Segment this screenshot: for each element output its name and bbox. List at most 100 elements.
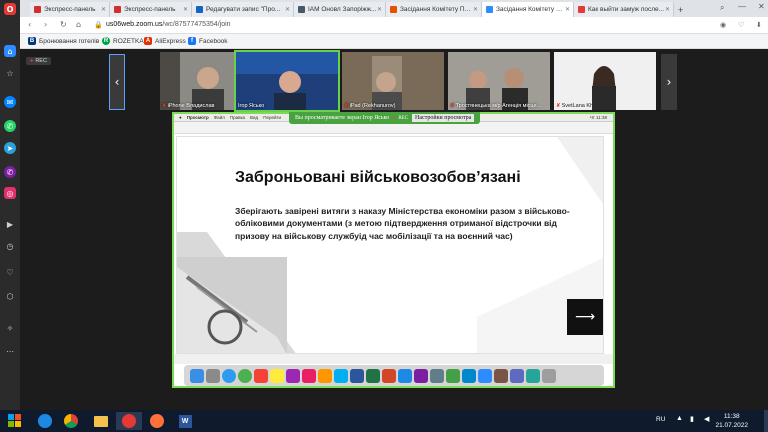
tab-0[interactable]: Экспресс-панель ✕ bbox=[30, 2, 110, 17]
reload-icon[interactable]: ↻ bbox=[60, 20, 67, 29]
start-button[interactable] bbox=[2, 412, 28, 430]
firefox-taskbar-icon[interactable] bbox=[144, 412, 170, 430]
view-options-button[interactable]: Настройки просмотра bbox=[412, 114, 475, 122]
tab-favicon-icon bbox=[196, 6, 203, 13]
ie-taskbar-icon[interactable] bbox=[32, 412, 58, 430]
heart-icon[interactable]: ♡ bbox=[4, 266, 16, 278]
bookmark-facebook[interactable]: f Facebook bbox=[188, 37, 228, 45]
close-icon[interactable]: ✕ bbox=[183, 6, 188, 13]
participant-name: ✘iPad (Rekhanurov) bbox=[344, 103, 396, 109]
trash-icon bbox=[542, 368, 556, 383]
muted-mic-icon: ✘ bbox=[162, 103, 167, 109]
appstore-icon bbox=[398, 368, 412, 383]
notes-icon bbox=[270, 368, 284, 383]
participant-tile[interactable]: ✘Тростянецька м/р Агенція місце... bbox=[448, 52, 550, 110]
heart-icon[interactable]: ♡ bbox=[738, 21, 744, 29]
launchpad-icon bbox=[206, 368, 220, 383]
cube-icon[interactable]: ⬡ bbox=[4, 290, 16, 302]
bookmark-label: ROZETKA bbox=[113, 37, 144, 45]
whatsapp-icon[interactable]: ✆ bbox=[4, 120, 16, 132]
explorer-taskbar-icon[interactable] bbox=[88, 412, 114, 430]
prev-participants-button[interactable]: ‹ bbox=[109, 54, 125, 110]
viber-icon[interactable]: ✆ bbox=[4, 166, 16, 178]
app-icon bbox=[494, 368, 508, 383]
language-indicator[interactable]: RU bbox=[656, 416, 665, 423]
skype-icon bbox=[334, 368, 348, 383]
windows-taskbar: W RU ▲ ▮ ◀ 11:38 21.07.2022 bbox=[0, 410, 768, 432]
new-tab-button[interactable]: + bbox=[675, 2, 689, 17]
tab-3[interactable]: ІАМ Оновл Запоріжж... ✕ bbox=[294, 2, 386, 17]
tab-2[interactable]: Редагувати запис "Про... ✕ bbox=[192, 2, 294, 17]
participant-name: ✘SvetLana Kh bbox=[556, 103, 594, 109]
back-icon[interactable]: ‹ bbox=[28, 20, 31, 29]
close-icon[interactable]: ✕ bbox=[285, 6, 290, 13]
bookmark-booking[interactable]: B Бронювання готелів bbox=[28, 37, 99, 45]
bookmark-label: Facebook bbox=[199, 37, 228, 45]
powerpoint-icon bbox=[382, 368, 396, 383]
next-participants-button[interactable]: › bbox=[661, 54, 677, 110]
participant-tile-speaking[interactable]: Ігор Ясько bbox=[234, 50, 340, 112]
close-window-icon[interactable]: ✕ bbox=[758, 2, 765, 11]
tab-label: Экспресс-панель bbox=[44, 6, 96, 13]
lock-icon[interactable]: 🔒 bbox=[94, 21, 103, 29]
tab-1[interactable]: Экспресс-панель ✕ bbox=[110, 2, 192, 17]
star-icon[interactable]: ☆ bbox=[4, 67, 16, 79]
telegram-icon bbox=[462, 368, 476, 383]
participant-name: ✘Тростянецька м/р Агенція місце... bbox=[450, 103, 542, 109]
search-tabs-icon[interactable]: ⌕ bbox=[720, 3, 724, 13]
opera-taskbar-icon[interactable] bbox=[116, 412, 142, 430]
volume-icon[interactable]: ◀ bbox=[704, 415, 709, 423]
forward-icon[interactable]: › bbox=[44, 20, 47, 29]
download-icon[interactable]: ⬇ bbox=[756, 21, 762, 29]
close-icon[interactable]: ✕ bbox=[101, 6, 106, 13]
tab-favicon-icon bbox=[114, 6, 121, 13]
apple-icon: ● bbox=[179, 115, 182, 120]
history-icon[interactable]: ◷ bbox=[4, 240, 16, 252]
chrome-icon bbox=[238, 368, 252, 383]
close-icon[interactable]: ✕ bbox=[665, 6, 670, 13]
telegram-icon[interactable]: ➤ bbox=[4, 142, 16, 154]
youtube-favicon-icon bbox=[578, 6, 585, 13]
mac-clock: Чт 11:38 bbox=[589, 115, 607, 120]
tab-label: Засідання Комітету ПП... bbox=[400, 6, 473, 13]
facebook-icon: f bbox=[188, 37, 196, 45]
bulb-icon[interactable]: ✧ bbox=[4, 322, 16, 334]
photos-icon bbox=[286, 368, 300, 383]
network-icon[interactable]: ▮ bbox=[690, 415, 694, 423]
tray-arrow-icon[interactable]: ▲ bbox=[676, 415, 683, 422]
player-icon[interactable]: ▶ bbox=[4, 218, 16, 230]
participant-video bbox=[448, 52, 550, 110]
system-clock[interactable]: 11:38 21.07.2022 bbox=[715, 413, 748, 431]
instagram-icon[interactable]: ◎ bbox=[4, 187, 16, 199]
close-icon[interactable]: ✕ bbox=[377, 6, 382, 13]
tab-label: ІАМ Оновл Запоріжж... bbox=[308, 6, 377, 13]
bookmark-aliexpress[interactable]: A AliExpress bbox=[144, 37, 186, 45]
messenger-icon[interactable]: ✉ bbox=[4, 96, 16, 108]
tab-label: Засідання Комітету МО... bbox=[496, 6, 565, 13]
whatsapp-icon bbox=[446, 368, 460, 383]
chrome-taskbar-icon[interactable] bbox=[58, 412, 84, 430]
close-icon[interactable]: ✕ bbox=[473, 6, 478, 13]
show-desktop-button[interactable] bbox=[764, 410, 768, 432]
notebook-image bbox=[177, 257, 287, 353]
home-icon[interactable]: ⌂ bbox=[76, 20, 81, 29]
word-taskbar-icon[interactable]: W bbox=[172, 412, 198, 430]
participant-tile[interactable]: ✘iPad (Rekhanurov) bbox=[342, 52, 444, 110]
home-icon[interactable]: ⌂ bbox=[4, 45, 16, 57]
url-field[interactable]: us06web.zoom.us/wc/87577475354/join bbox=[106, 21, 231, 28]
tab-4[interactable]: Засідання Комітету ПП... ✕ bbox=[386, 2, 482, 17]
camera-icon[interactable]: ◉ bbox=[720, 21, 726, 29]
participant-tile[interactable]: ✘SvetLana Kh bbox=[554, 52, 656, 110]
mac-menu-item: Перейти bbox=[263, 115, 282, 120]
minimize-icon[interactable]: — bbox=[738, 2, 746, 11]
opera-logo-icon[interactable]: O bbox=[4, 3, 16, 15]
mac-menu-item: Файл bbox=[213, 115, 225, 120]
tab-6[interactable]: Как выйти замуж после... ✕ bbox=[574, 2, 674, 17]
presentation-slide: Заброньовані військовозобов’язані Зберіг… bbox=[176, 136, 604, 354]
more-icon[interactable]: ⋯ bbox=[4, 345, 16, 357]
close-icon[interactable]: ✕ bbox=[565, 6, 570, 13]
app-icon bbox=[510, 368, 524, 383]
next-arrow-icon[interactable]: ⟶ bbox=[567, 299, 603, 335]
bookmark-rozetka[interactable]: R ROZETKA bbox=[102, 37, 144, 45]
tab-5-active[interactable]: Засідання Комітету МО... ✕ bbox=[482, 2, 574, 17]
